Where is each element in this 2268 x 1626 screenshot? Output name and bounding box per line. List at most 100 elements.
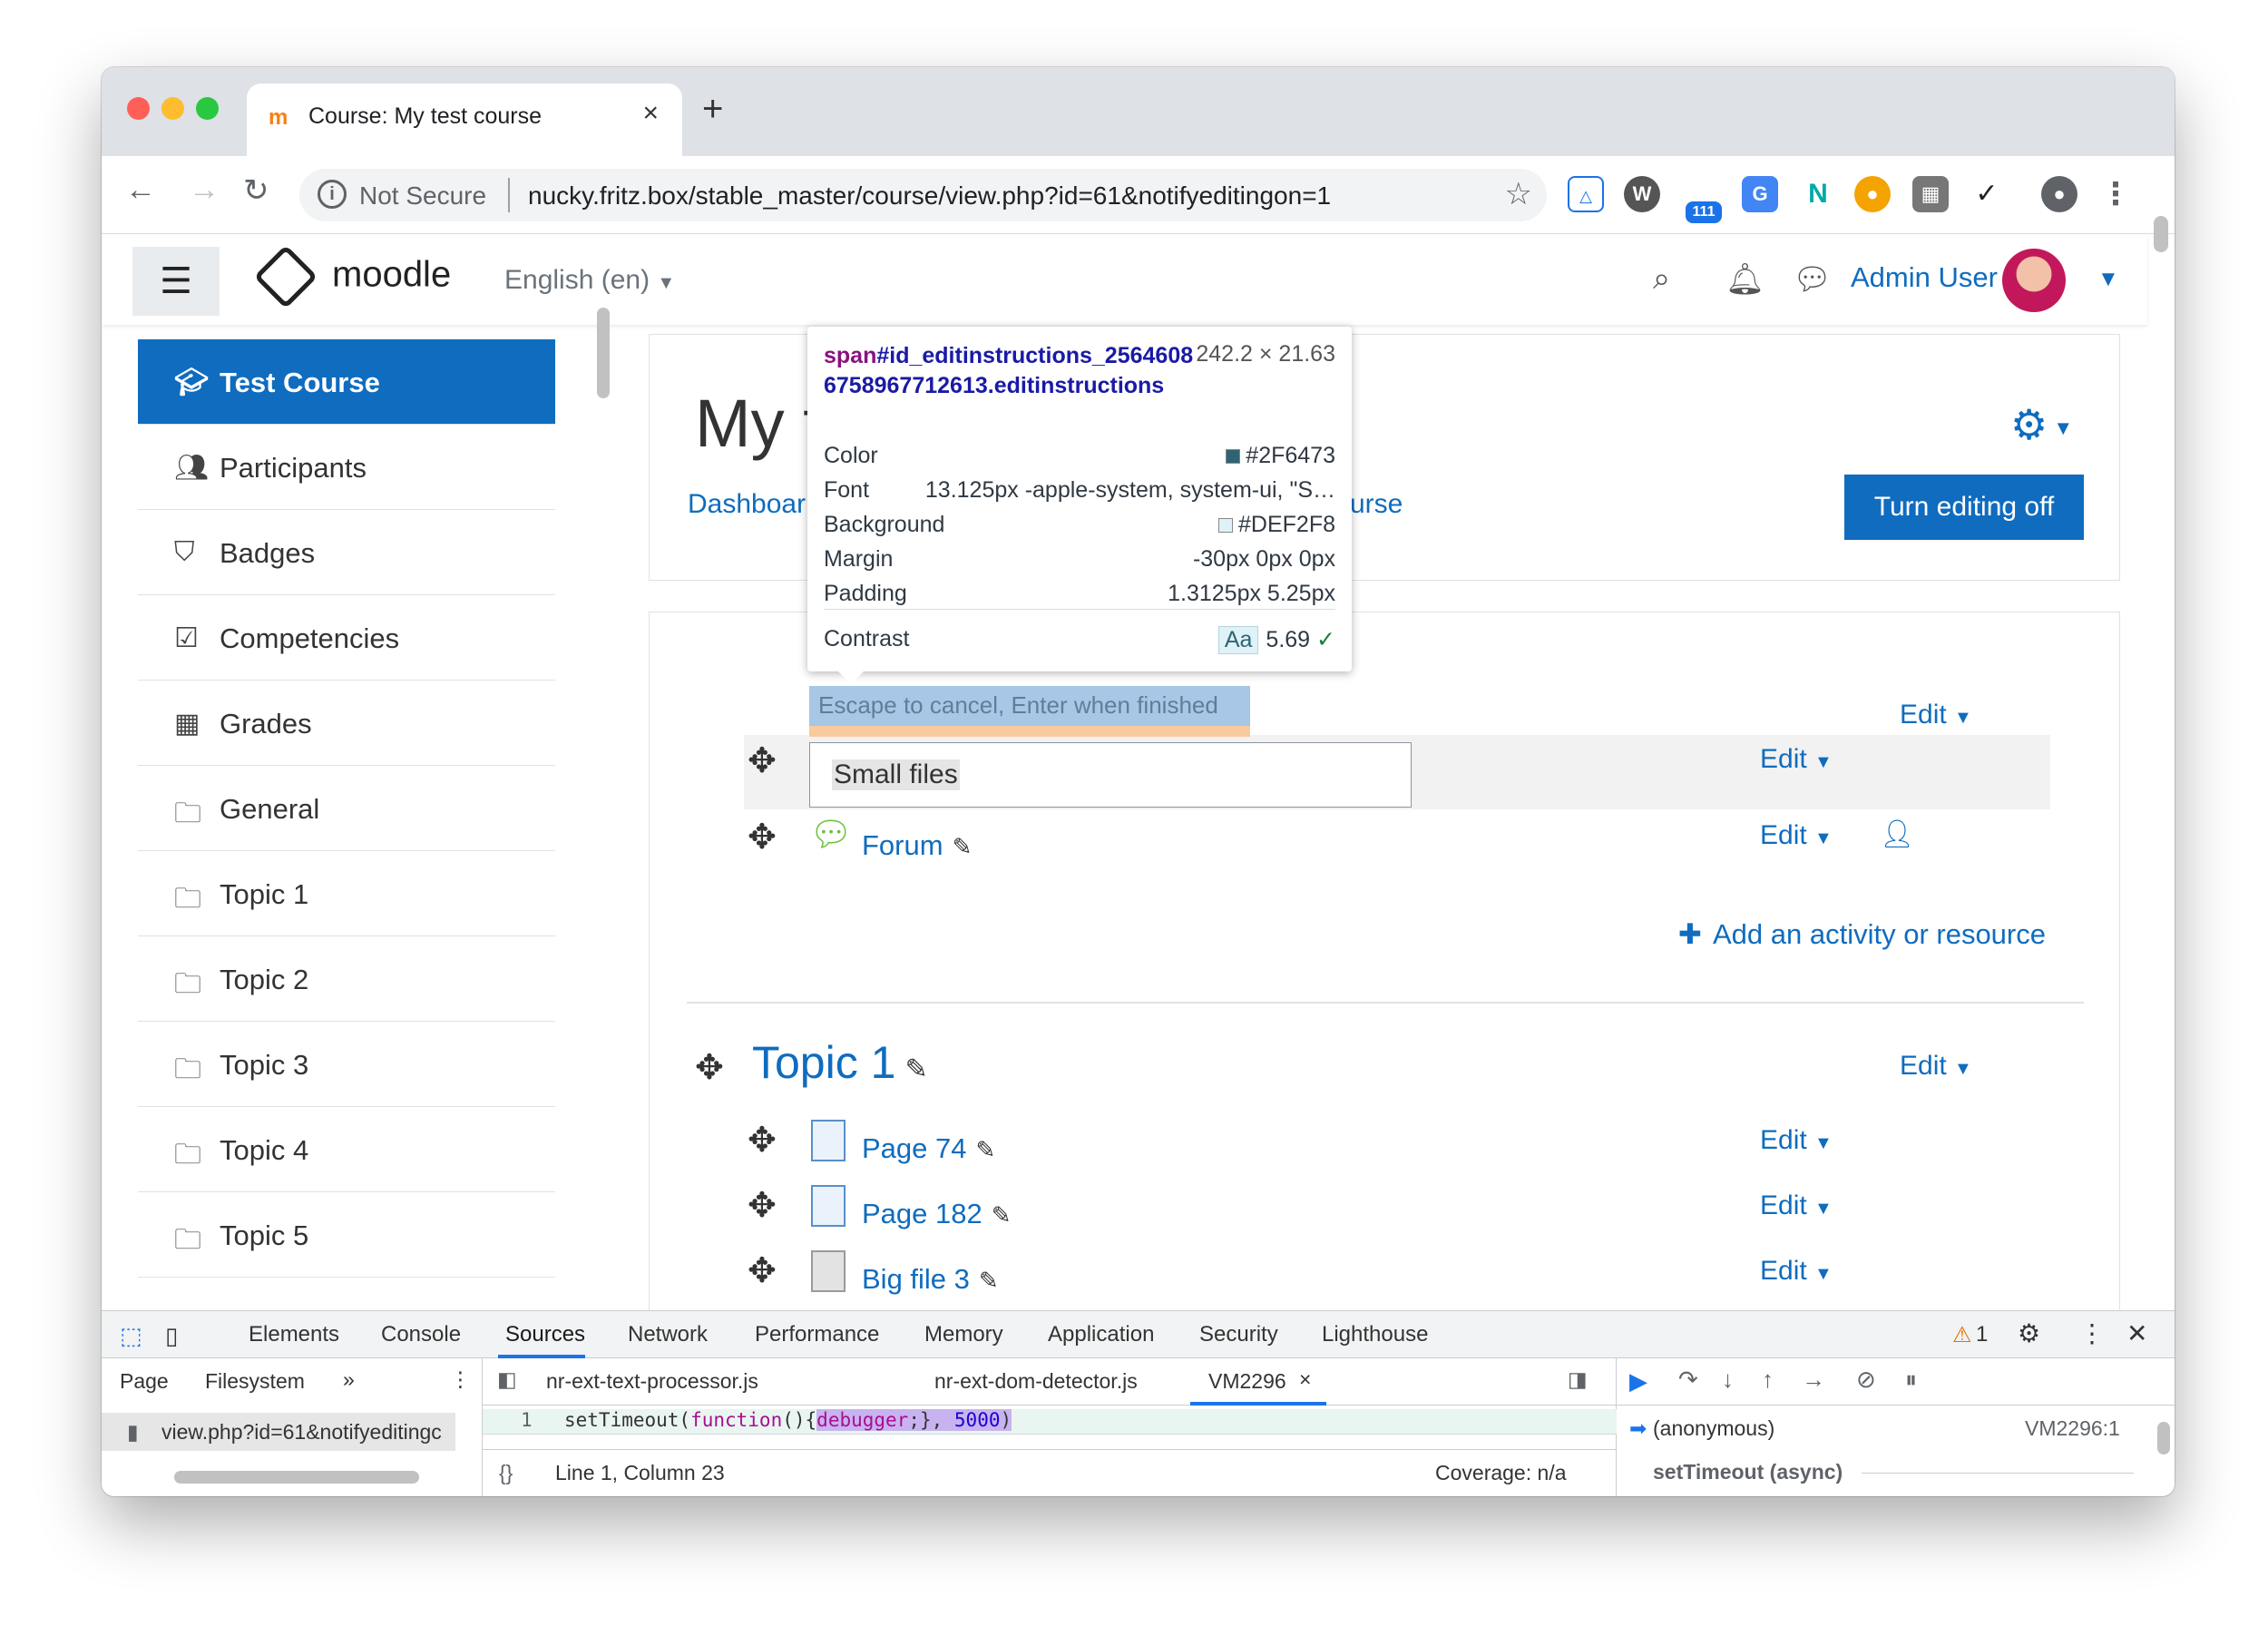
sidebar-item-grades[interactable]: ▦ Grades <box>138 681 555 766</box>
activity-edit-menu[interactable]: Edit ▼ <box>1760 1125 1833 1156</box>
extension-check-icon[interactable]: ✓ <box>1969 176 2005 212</box>
sidebar-item-test-course[interactable]: 🎓︎ Test Course <box>138 339 555 425</box>
more-tabs-icon[interactable]: » <box>343 1367 355 1392</box>
tab-network[interactable]: Network <box>628 1322 708 1347</box>
navigator-menu-icon[interactable]: ⋮ <box>450 1367 471 1392</box>
search-icon[interactable]: ⌕ <box>1653 261 1670 297</box>
step-over-icon[interactable]: ↷ <box>1678 1366 1698 1394</box>
reload-icon[interactable]: ↻ <box>243 172 269 209</box>
pause-on-exceptions-icon[interactable]: ⏸︎ <box>1905 1366 1917 1395</box>
file-tree-row[interactable]: ▮ view.php?id=61&notifyeditingc <box>102 1413 455 1451</box>
activity-edit-menu[interactable]: Edit ▼ <box>1760 820 1833 851</box>
sidebar-item-topic-5[interactable]: 🗀︎ Topic 5 <box>138 1192 555 1278</box>
warning-count[interactable]: 1 <box>1976 1322 1988 1347</box>
back-icon[interactable]: ← <box>125 172 156 208</box>
notifications-bell-icon[interactable]: 🔔︎ <box>1725 261 1765 298</box>
activity-edit-menu[interactable]: Edit ▼ <box>1760 1256 1833 1287</box>
tab-application[interactable]: Application <box>1048 1322 1154 1347</box>
browser-tab[interactable]: m Course: My test course × <box>247 83 682 156</box>
tab-sources[interactable]: Sources <box>505 1322 585 1347</box>
menu-toggle-icon[interactable]: ☰ <box>132 247 220 316</box>
breadcrumb-course-link[interactable]: urse <box>1350 489 1403 520</box>
sidebar-item-topic-1[interactable]: 🗀︎ Topic 1 <box>138 851 555 936</box>
section-edit-menu[interactable]: Edit ▼ <box>1900 1051 1972 1082</box>
breadcrumb-dashboard-link[interactable]: Dashboar <box>688 489 806 520</box>
sidebar-item-competencies[interactable]: ☑ Competencies <box>138 595 555 681</box>
info-icon[interactable]: i <box>318 180 347 209</box>
close-window-button[interactable] <box>127 97 150 120</box>
course-settings-gear-icon[interactable]: ⚙ ▼ <box>2010 400 2073 449</box>
tab-performance[interactable]: Performance <box>755 1322 879 1347</box>
debugger-scrollbar[interactable] <box>2157 1422 2170 1455</box>
bookmark-star-icon[interactable]: ☆ <box>1505 176 1532 212</box>
pencil-icon[interactable]: ✎ <box>904 1054 927 1084</box>
move-handle-icon[interactable]: ✥ <box>748 817 777 857</box>
sidebar-item-topic-3[interactable]: 🗀︎ Topic 3 <box>138 1022 555 1107</box>
move-handle-icon[interactable]: ✥ <box>695 1047 724 1088</box>
move-handle-icon[interactable]: ✥ <box>748 1250 777 1291</box>
extension-n-icon[interactable]: N <box>1800 176 1836 212</box>
tab-elements[interactable]: Elements <box>249 1322 339 1347</box>
new-tab-button[interactable]: + <box>702 89 723 130</box>
moodle-logo[interactable]: moodle <box>253 244 451 309</box>
sidebar-item-participants[interactable]: 👥︎ Participants <box>138 425 555 510</box>
add-activity-link[interactable]: ✚ Add an activity or resource <box>1678 918 2046 951</box>
activity-edit-menu[interactable]: Edit ▼ <box>1760 744 1833 775</box>
navigator-scrollbar[interactable] <box>174 1471 419 1484</box>
section-title-topic-1[interactable]: Topic 1 ✎ <box>752 1036 928 1089</box>
device-toolbar-icon[interactable]: ▯ <box>165 1322 178 1350</box>
deactivate-breakpoints-icon[interactable]: ⊘ <box>1856 1366 1876 1394</box>
editor-tab-text-processor[interactable]: nr-ext-text-processor.js <box>546 1369 758 1394</box>
move-handle-icon[interactable]: ✥ <box>748 1120 777 1161</box>
activity-edit-menu[interactable]: Edit ▼ <box>1760 1190 1833 1221</box>
pencil-icon[interactable]: ✎ <box>976 1136 996 1163</box>
nav-tab-page[interactable]: Page <box>120 1369 169 1394</box>
page-scrollbar[interactable] <box>2154 216 2168 252</box>
color-picker-extension-icon[interactable]: ● <box>1854 176 1891 212</box>
forward-icon[interactable]: → <box>189 172 220 208</box>
tab-console[interactable]: Console <box>381 1322 461 1347</box>
step-into-icon[interactable]: ↓ <box>1722 1366 1734 1394</box>
code-line[interactable]: 1 setTimeout(function(){debugger;}, 5000… <box>483 1409 1617 1435</box>
editor-tab-vm2296[interactable]: VM2296 <box>1208 1369 1286 1394</box>
activity-link-page-182[interactable]: Page 182 ✎ <box>862 1198 1012 1230</box>
activity-link-page-74[interactable]: Page 74 ✎ <box>862 1132 995 1165</box>
step-out-icon[interactable]: ↑ <box>1762 1366 1774 1394</box>
callstack-row[interactable]: ➡ (anonymous) VM2296:1 <box>1617 1406 2175 1451</box>
activity-link-forum[interactable]: Forum ✎ <box>862 829 972 862</box>
wordpress-extension-icon[interactable]: W <box>1624 176 1660 212</box>
devtools-menu-icon[interactable]: ⋮ <box>2079 1318 2105 1348</box>
qr-extension-icon[interactable]: ▦ <box>1912 176 1949 212</box>
sidebar-item-topic-2[interactable]: 🗀︎ Topic 2 <box>138 936 555 1022</box>
tab-lighthouse[interactable]: Lighthouse <box>1322 1322 1428 1347</box>
user-name[interactable]: Admin User <box>1851 261 1998 294</box>
settings-gear-icon[interactable]: ⚙ <box>2018 1318 2040 1348</box>
user-icon[interactable]: 👤︎ <box>1880 818 1914 850</box>
close-tab-icon[interactable]: × <box>1299 1367 1311 1392</box>
move-handle-icon[interactable]: ✥ <box>748 740 777 781</box>
close-devtools-icon[interactable]: ✕ <box>2126 1318 2147 1348</box>
avatar[interactable] <box>2002 249 2066 312</box>
messages-icon[interactable]: 💬︎ <box>1793 261 1832 298</box>
move-handle-icon[interactable]: ✥ <box>748 1185 777 1226</box>
activity-link-big-file-3[interactable]: Big file 3 ✎ <box>862 1263 999 1296</box>
activity-name-input[interactable]: Small files <box>809 742 1412 808</box>
tab-memory[interactable]: Memory <box>924 1322 1003 1347</box>
maximize-window-button[interactable] <box>196 97 219 120</box>
pretty-print-button[interactable]: {} <box>499 1461 513 1485</box>
minimize-window-button[interactable] <box>161 97 184 120</box>
pencil-icon[interactable]: ✎ <box>953 833 973 860</box>
nav-tab-filesystem[interactable]: Filesystem <box>205 1369 305 1394</box>
sidebar-item-badges[interactable]: ⛉ Badges <box>138 510 555 595</box>
tab-close-icon[interactable]: × <box>642 98 659 129</box>
turn-editing-off-button[interactable]: Turn editing off <box>1844 475 2084 540</box>
pencil-icon[interactable]: ✎ <box>979 1267 999 1294</box>
warning-icon[interactable]: ⚠ <box>1952 1322 1972 1348</box>
resume-icon[interactable]: ▶ <box>1629 1367 1647 1396</box>
chrome-menu-icon[interactable]: ⋮ <box>2097 176 2134 212</box>
inspect-element-icon[interactable]: ⬚ <box>120 1322 142 1350</box>
tab-security[interactable]: Security <box>1199 1322 1278 1347</box>
extension-badge[interactable]: 111 <box>1686 201 1722 223</box>
url-text[interactable]: nucky.fritz.box/stable_master/course/vie… <box>528 181 1331 211</box>
sidebar-item-general[interactable]: 🗀︎ General <box>138 766 555 851</box>
